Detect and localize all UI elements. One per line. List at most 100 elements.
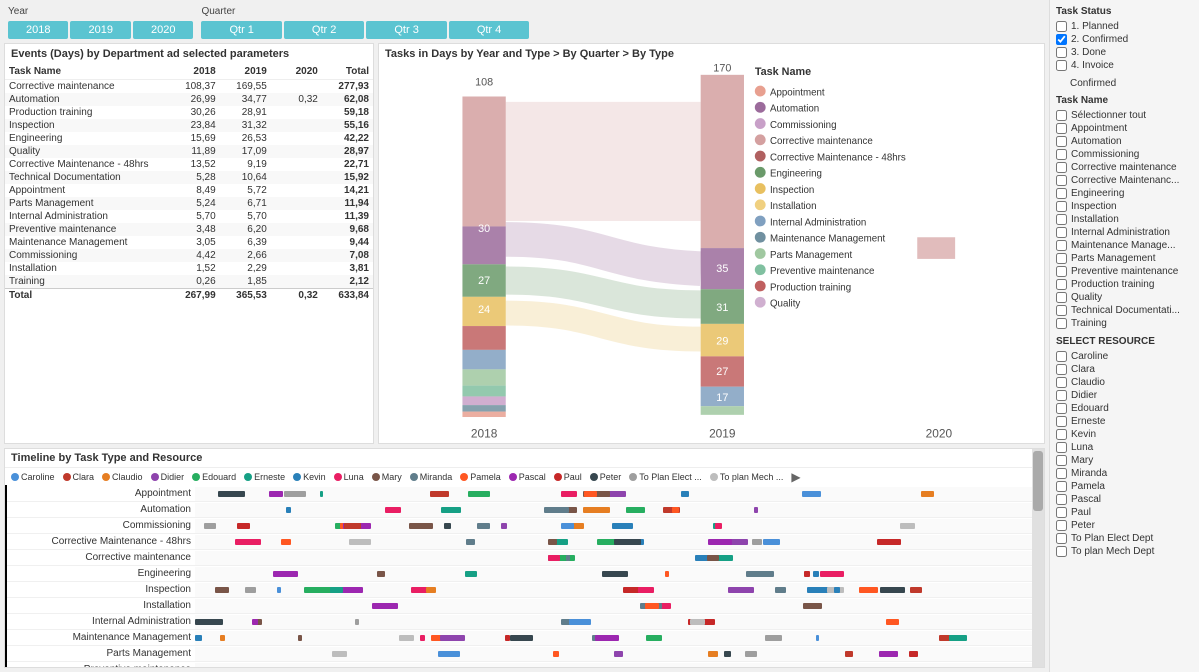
task-name-checkbox[interactable] (1056, 318, 1067, 329)
svg-text:2020: 2020 (926, 427, 953, 441)
resource-checkbox[interactable] (1056, 481, 1067, 492)
svg-text:35: 35 (716, 263, 728, 275)
year-btn-2018[interactable]: 2018 (8, 21, 68, 39)
task-name-checkbox[interactable] (1056, 279, 1067, 290)
task-name-checkbox[interactable] (1056, 175, 1067, 186)
task-name-checkbox[interactable] (1056, 201, 1067, 212)
legend-color-dot (372, 473, 380, 481)
table-row: Maintenance Management3,056,399,44 (5, 236, 373, 249)
task-name-label: Appointment (1071, 123, 1127, 134)
task-status-label: 3. Done (1071, 47, 1106, 58)
task-status-checkbox[interactable] (1056, 34, 1067, 45)
task-name-checkbox[interactable] (1056, 214, 1067, 225)
row-value: 42,22 (322, 132, 373, 145)
resource-item: Mary (1056, 454, 1193, 467)
timeline-legend-item: Edouard (192, 472, 236, 482)
resource-checkbox[interactable] (1056, 520, 1067, 531)
task-name-checkbox[interactable] (1056, 240, 1067, 251)
task-status-checkbox[interactable] (1056, 60, 1067, 71)
resource-item: Claudio (1056, 376, 1193, 389)
resource-label: Paul (1071, 507, 1091, 518)
quarter-btn-4[interactable]: Qtr 4 (449, 21, 529, 39)
row-value: 11,39 (322, 210, 373, 223)
resource-checkbox[interactable] (1056, 390, 1067, 401)
task-name-checkbox[interactable] (1056, 253, 1067, 264)
year-btn-2019[interactable]: 2019 (70, 21, 130, 39)
resource-checkbox[interactable] (1056, 546, 1067, 557)
resource-checkbox[interactable] (1056, 442, 1067, 453)
task-status-checkbox[interactable] (1056, 47, 1067, 58)
resource-checkbox[interactable] (1056, 455, 1067, 466)
task-name-checkbox[interactable] (1056, 149, 1067, 160)
svg-text:30: 30 (478, 223, 490, 235)
task-name-checkbox[interactable] (1056, 292, 1067, 303)
resource-checkbox[interactable] (1056, 468, 1067, 479)
task-name-checkbox[interactable] (1056, 188, 1067, 199)
task-name-checkbox[interactable] (1056, 123, 1067, 134)
col-header-2018: 2018 (169, 64, 220, 80)
resource-checkbox[interactable] (1056, 364, 1067, 375)
timeline-row-label: Corrective Maintenance - 48hrs (5, 536, 195, 547)
quarter-btn-3[interactable]: Qtr 3 (366, 21, 446, 39)
timeline-bar (880, 587, 905, 593)
timeline-row-label: Inspection (5, 584, 195, 595)
resource-label: Peter (1071, 520, 1095, 531)
task-name-checkbox[interactable] (1056, 136, 1067, 147)
resource-checkbox[interactable] (1056, 403, 1067, 414)
resource-checkbox[interactable] (1056, 494, 1067, 505)
quarter-btn-2[interactable]: Qtr 2 (284, 21, 364, 39)
row-value: 15,69 (169, 132, 220, 145)
row-value: 28,97 (322, 145, 373, 158)
timeline-bar (746, 571, 774, 577)
timeline-bar (909, 651, 918, 657)
legend-scroll-arrow[interactable]: ▶ (791, 470, 800, 484)
task-status-label: 2. Confirmed (1071, 34, 1128, 45)
resource-checkbox[interactable] (1056, 507, 1067, 518)
resource-checkbox[interactable] (1056, 416, 1067, 427)
task-name-checkbox[interactable] (1056, 266, 1067, 277)
timeline-scroll-thumb[interactable] (1033, 451, 1043, 511)
row-value: 6,71 (220, 197, 271, 210)
legend-text: Pamela (470, 472, 501, 482)
table-row: Appointment8,495,7214,21 (5, 184, 373, 197)
timeline-bar (614, 651, 623, 657)
timeline-scrollbar[interactable] (1032, 449, 1044, 667)
timeline-bar (708, 539, 732, 545)
row-value: 4,42 (169, 249, 220, 262)
timeline-legend-item: Paul (554, 472, 582, 482)
timeline-bar (399, 635, 414, 641)
task-name-checkbox[interactable] (1056, 162, 1067, 173)
svg-text:Preventive maintenance: Preventive maintenance (770, 266, 874, 277)
task-name-label: Production training (1071, 279, 1154, 290)
timeline-row-label: Internal Administration (5, 616, 195, 627)
resource-item: Kevin (1056, 428, 1193, 441)
row-value (271, 210, 322, 223)
row-value (271, 119, 322, 132)
row-task-name: Total (5, 289, 169, 303)
year-btn-2020[interactable]: 2020 (133, 21, 193, 39)
svg-text:Appointment: Appointment (770, 87, 825, 98)
resource-checkbox[interactable] (1056, 533, 1067, 544)
resource-item: Paul (1056, 506, 1193, 519)
quarter-buttons: Qtr 1 Qtr 2 Qtr 3 Qtr 4 (201, 21, 1041, 39)
timeline-bar (765, 635, 781, 641)
resource-checkbox[interactable] (1056, 377, 1067, 388)
quarter-btn-1[interactable]: Qtr 1 (201, 21, 281, 39)
resource-item: Pascal (1056, 493, 1193, 506)
row-value: 55,16 (322, 119, 373, 132)
row-value: 2,66 (220, 249, 271, 262)
row-value: 6,39 (220, 236, 271, 249)
task-name-checkbox[interactable] (1056, 110, 1067, 121)
timeline-bar (645, 603, 659, 609)
resource-checkbox[interactable] (1056, 351, 1067, 362)
task-name-checkbox[interactable] (1056, 305, 1067, 316)
timeline-track (195, 535, 1044, 549)
task-status-checkbox[interactable] (1056, 21, 1067, 32)
svg-text:Corrective Maintenance - 48hrs: Corrective Maintenance - 48hrs (770, 152, 906, 163)
task-name-checkbox[interactable] (1056, 227, 1067, 238)
resource-checkbox[interactable] (1056, 429, 1067, 440)
task-status-section: Task Status 1. Planned2. Confirmed3. Don… (1056, 6, 1193, 72)
timeline-bar (724, 651, 732, 657)
resource-label: Mary (1071, 455, 1093, 466)
task-name-item: Automation (1056, 135, 1193, 148)
